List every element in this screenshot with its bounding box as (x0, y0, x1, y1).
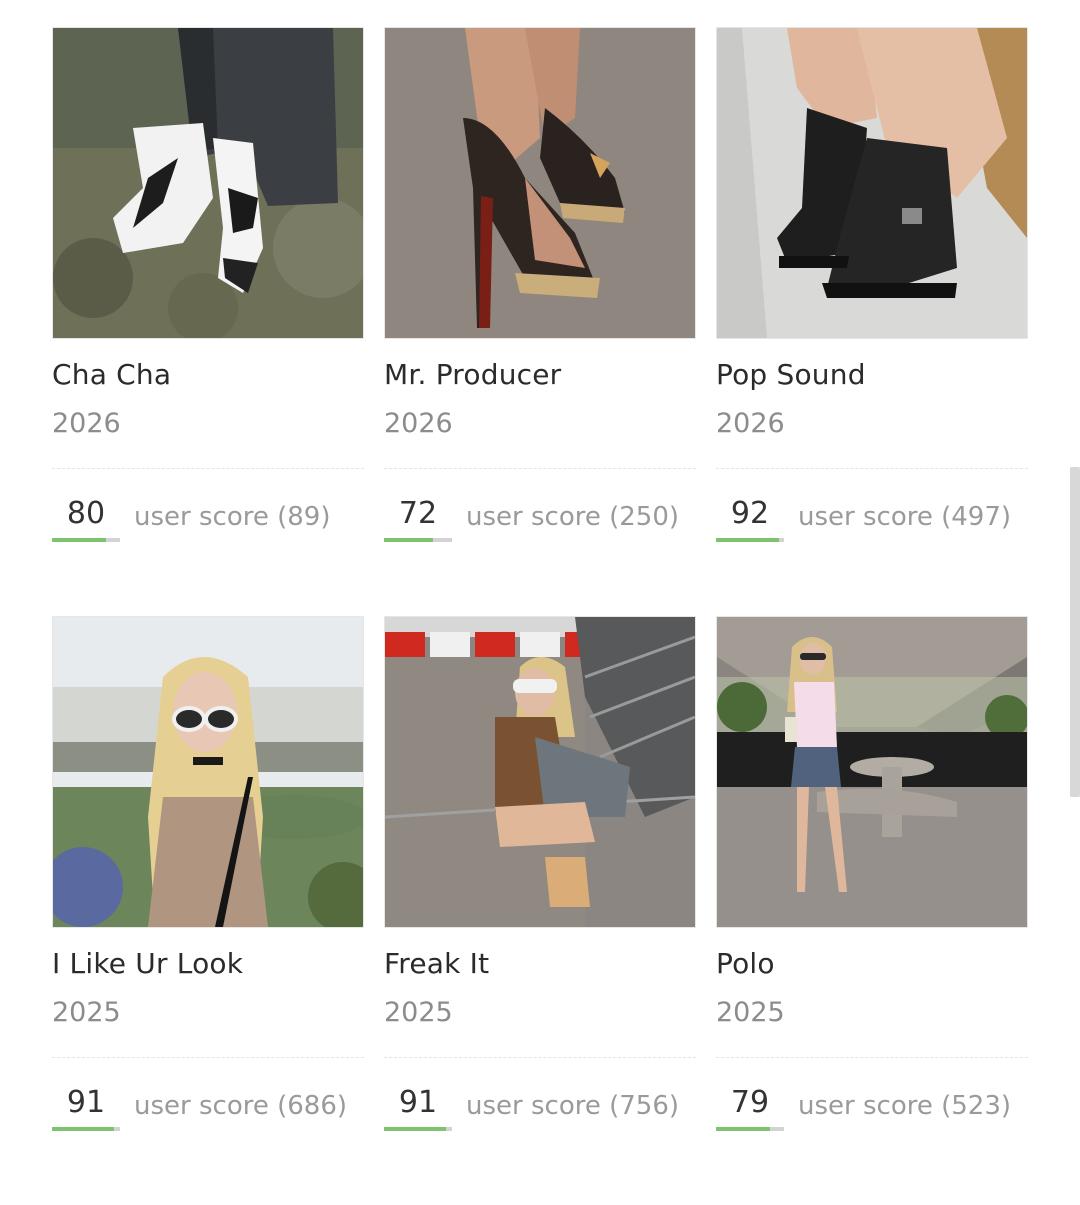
album-year: 2026 (384, 408, 453, 439)
vertical-scrollbar[interactable] (1070, 467, 1080, 797)
divider (384, 1057, 696, 1058)
user-score-badge: 80 (52, 496, 120, 542)
score-bar (384, 538, 452, 542)
album-card[interactable]: Cha Cha 2026 80 user score (89) (52, 27, 364, 616)
album-title[interactable]: Cha Cha (52, 357, 364, 393)
user-score-value: 80 (66, 496, 106, 531)
score-bar-fill (716, 1127, 770, 1131)
album-cover-image[interactable] (52, 616, 364, 928)
score-row: 92 user score (497) (716, 496, 1028, 542)
divider (52, 1057, 364, 1058)
user-score-badge: 91 (52, 1085, 120, 1131)
score-bar-fill (716, 538, 779, 542)
album-card[interactable]: Pop Sound 2026 92 user score (497) (716, 27, 1028, 616)
user-score-value: 92 (730, 496, 770, 531)
album-year: 2025 (716, 997, 785, 1028)
album-title[interactable]: Freak It (384, 946, 696, 982)
user-score-label: user score (497) (798, 502, 1012, 532)
cover-photo-woman-under-shelter (717, 617, 1027, 927)
score-bar-fill (384, 538, 433, 542)
user-score-value: 91 (398, 1085, 438, 1120)
user-score-badge: 79 (716, 1085, 784, 1131)
score-row: 91 user score (756) (384, 1085, 696, 1131)
score-bar-fill (52, 538, 107, 542)
album-card[interactable]: I Like Ur Look 2025 91 user score (686) (52, 616, 364, 1205)
album-card[interactable]: Mr. Producer 2026 72 user score (250) (384, 27, 696, 616)
cover-photo-black-boots (717, 28, 1027, 338)
score-bar (716, 1127, 784, 1131)
album-year: 2025 (384, 997, 453, 1028)
album-card[interactable]: Freak It 2025 91 user score (756) (384, 616, 696, 1205)
score-bar (52, 538, 120, 542)
cover-photo-woman-with-handbag (385, 617, 695, 927)
album-year: 2026 (52, 408, 121, 439)
user-score-label: user score (756) (466, 1091, 680, 1121)
album-cover-image[interactable] (384, 616, 696, 928)
album-cover-image[interactable] (52, 27, 364, 339)
score-bar (384, 1127, 452, 1131)
score-row: 79 user score (523) (716, 1085, 1028, 1131)
album-title[interactable]: Mr. Producer (384, 357, 696, 393)
album-cover-image[interactable] (384, 27, 696, 339)
album-grid: Cha Cha 2026 80 user score (89) Mr. Prod… (52, 27, 1028, 1205)
user-score-badge: 72 (384, 496, 452, 542)
score-bar (52, 1127, 120, 1131)
cover-photo-woman-by-fountain (53, 617, 363, 927)
album-cover-image[interactable] (716, 616, 1028, 928)
score-bar-fill (52, 1127, 114, 1131)
divider (716, 468, 1028, 469)
user-score-label: user score (250) (466, 502, 680, 532)
user-score-label: user score (686) (134, 1091, 348, 1121)
album-year: 2025 (52, 997, 121, 1028)
user-score-badge: 91 (384, 1085, 452, 1131)
divider (52, 468, 364, 469)
score-row: 91 user score (686) (52, 1085, 364, 1131)
score-row: 72 user score (250) (384, 496, 696, 542)
album-title[interactable]: Pop Sound (716, 357, 1028, 393)
album-title[interactable]: I Like Ur Look (52, 946, 364, 982)
album-year: 2026 (716, 408, 785, 439)
user-score-value: 91 (66, 1085, 106, 1120)
album-cover-image[interactable] (716, 27, 1028, 339)
user-score-label: user score (89) (134, 502, 331, 532)
score-bar-fill (384, 1127, 446, 1131)
user-score-value: 79 (730, 1085, 770, 1120)
album-title[interactable]: Polo (716, 946, 1028, 982)
album-card[interactable]: Polo 2025 79 user score (523) (716, 616, 1028, 1205)
divider (384, 468, 696, 469)
score-row: 80 user score (89) (52, 496, 364, 542)
user-score-badge: 92 (716, 496, 784, 542)
score-bar (716, 538, 784, 542)
user-score-value: 72 (398, 496, 438, 531)
divider (716, 1057, 1028, 1058)
cover-photo-feet-white-heels (53, 28, 363, 338)
user-score-label: user score (523) (798, 1091, 1012, 1121)
cover-photo-feet-brown-heels (385, 28, 695, 338)
